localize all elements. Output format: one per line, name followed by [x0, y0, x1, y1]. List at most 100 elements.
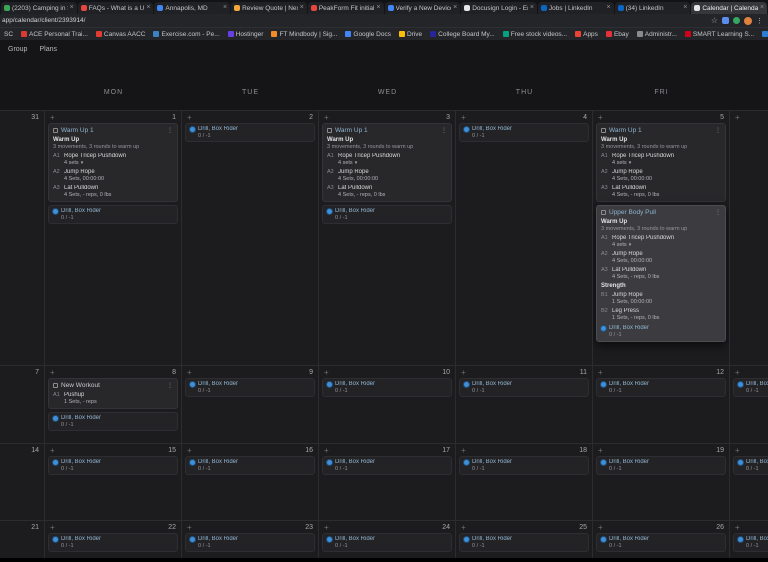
drill-item[interactable]: Drill, Box Rider0 / -1: [185, 533, 315, 552]
tab-close-icon[interactable]: ×: [453, 3, 457, 13]
sets-dropdown[interactable]: 4 sets ▾: [612, 242, 721, 248]
add-workout-icon[interactable]: +: [735, 446, 740, 455]
tab-close-icon[interactable]: ×: [223, 3, 227, 13]
browser-tab[interactable]: Verify a New Device - lucas...×: [384, 2, 461, 14]
exercise-name[interactable]: Jump Rope: [64, 169, 95, 175]
drill-item[interactable]: Drill, Box Rider0 / -1: [322, 456, 452, 475]
browser-tab[interactable]: Docusign Login - Enter ema...×: [461, 2, 537, 14]
exercise-name[interactable]: Lat Pulldown: [612, 267, 646, 273]
drill-item[interactable]: Drill, Box Rider0 / -1: [733, 378, 768, 397]
exercise-name[interactable]: Leg Press: [612, 308, 639, 314]
exercise-name[interactable]: Jump Rope: [612, 169, 643, 175]
add-workout-icon[interactable]: +: [735, 523, 740, 532]
exercise-name[interactable]: Pushup: [64, 392, 84, 398]
add-workout-icon[interactable]: +: [598, 523, 603, 532]
drill-item[interactable]: Drill, Box Rider0 / -1: [48, 412, 178, 431]
kebab-menu-icon[interactable]: ⋮: [167, 382, 173, 389]
bookmark-star-icon[interactable]: ☆: [711, 16, 718, 26]
browser-tab[interactable]: Annapolis, MD ×: [154, 2, 231, 14]
workout-title[interactable]: New Workout: [61, 382, 164, 389]
bookmark-item[interactable]: College Board My...: [430, 31, 495, 38]
drill-item[interactable]: Drill, Box Rider0 / -1: [185, 123, 315, 142]
drill-item[interactable]: Drill, Box Rider0 / -1: [596, 533, 726, 552]
add-workout-icon[interactable]: +: [50, 113, 55, 122]
bookmark-item[interactable]: Administr...: [636, 31, 677, 38]
drill-item[interactable]: Drill, Box Rider0 / -1: [733, 533, 768, 552]
add-workout-icon[interactable]: +: [187, 368, 192, 377]
drill-item[interactable]: Drill, Box Rider0 / -1: [48, 205, 178, 224]
add-workout-icon[interactable]: +: [187, 523, 192, 532]
add-workout-icon[interactable]: +: [461, 446, 466, 455]
bookmark-item[interactable]: FT Mindbody | Sig...: [271, 31, 337, 38]
sets-dropdown[interactable]: 4 sets ▾: [64, 160, 173, 166]
bookmark-item[interactable]: Apps: [575, 31, 598, 38]
tab-close-icon[interactable]: ×: [607, 3, 611, 13]
bookmark-item[interactable]: SC: [4, 31, 13, 38]
checkbox-icon[interactable]: [53, 128, 58, 133]
add-workout-icon[interactable]: +: [324, 368, 329, 377]
sets-dropdown[interactable]: 4 sets ▾: [612, 160, 721, 166]
workout-title[interactable]: Warm Up 1: [61, 127, 164, 134]
tab-close-icon[interactable]: ×: [760, 3, 764, 13]
tab-close-icon[interactable]: ×: [300, 3, 304, 13]
tab-close-icon[interactable]: ×: [376, 3, 380, 13]
browser-tab[interactable]: Jobs | LinkedIn ×: [537, 2, 614, 14]
kebab-menu-icon[interactable]: ⋮: [715, 209, 721, 216]
tab-close-icon[interactable]: ×: [683, 3, 687, 13]
drill-item[interactable]: Drill, Box Rider0 / -1: [185, 456, 315, 475]
tab-close-icon[interactable]: ×: [70, 3, 74, 13]
bookmark-item[interactable]: Ebay: [605, 31, 629, 38]
exercise-name[interactable]: Rope Tricep Pushdown: [612, 235, 674, 241]
exercise-name[interactable]: Rope Tricep Pushdown: [64, 153, 126, 159]
workout-card[interactable]: Warm Up 1 ⋮ Warm Up 3 movements, 3 rounds t…: [322, 123, 452, 202]
bookmark-item[interactable]: Drive: [398, 31, 422, 38]
add-workout-icon[interactable]: +: [187, 446, 192, 455]
add-workout-icon[interactable]: +: [50, 446, 55, 455]
drill-item[interactable]: Drill, Box Rider0 / -1: [459, 123, 589, 142]
add-workout-icon[interactable]: +: [598, 113, 603, 122]
profile-avatar[interactable]: [744, 16, 752, 25]
browser-tab[interactable]: PeakForm Fit initial cost - G...×: [307, 2, 384, 14]
add-workout-icon[interactable]: +: [735, 113, 740, 122]
workout-card[interactable]: Warm Up 1 ⋮ Warm Up 3 movements, 3 rounds t…: [48, 123, 178, 202]
workout-title[interactable]: Warm Up 1: [335, 127, 438, 134]
workout-title[interactable]: Warm Up 1: [609, 127, 712, 134]
add-workout-icon[interactable]: +: [598, 446, 603, 455]
browser-tab[interactable]: FAQs - What is a Use and O...×: [77, 2, 154, 14]
kebab-menu-icon[interactable]: ⋮: [167, 127, 173, 134]
bookmark-item[interactable]: ACE Personal Trai...: [21, 31, 88, 38]
add-workout-icon[interactable]: +: [50, 523, 55, 532]
add-workout-icon[interactable]: +: [461, 368, 466, 377]
checkbox-icon[interactable]: [327, 128, 332, 133]
exercise-name[interactable]: Jump Rope: [338, 169, 369, 175]
drill-item[interactable]: Drill, Box Rider0 / -1: [185, 378, 315, 397]
bookmark-item[interactable]: SMART Learning S...: [684, 31, 754, 38]
exercise-name[interactable]: Jump Rope: [612, 292, 643, 298]
workout-card[interactable]: New Workout ⋮ A1 Pushup 1 Sets, - reps: [48, 378, 178, 409]
drill-item[interactable]: Drill, Box Rider0 / -1: [322, 205, 452, 224]
exercise-name[interactable]: Jump Rope: [612, 251, 643, 257]
kebab-menu-icon[interactable]: ⋮: [441, 127, 447, 134]
drill-item[interactable]: Drill, Box Rider0 / -1: [322, 533, 452, 552]
add-workout-icon[interactable]: +: [598, 368, 603, 377]
extension-green-icon[interactable]: [733, 17, 740, 24]
add-workout-icon[interactable]: +: [324, 446, 329, 455]
kebab-menu-icon[interactable]: ⋮: [715, 127, 721, 134]
exercise-name[interactable]: Lat Pulldown: [338, 185, 372, 191]
tab-close-icon[interactable]: ×: [146, 3, 150, 13]
drill-item[interactable]: Drill, Box Rider0 / -1: [596, 378, 726, 397]
url-text[interactable]: app/calendar/client/2393914/: [2, 17, 707, 24]
add-workout-icon[interactable]: +: [324, 523, 329, 532]
drill-item[interactable]: Drill, Box Rider0 / -1: [48, 456, 178, 475]
bookmark-item[interactable]: Hostinger: [227, 31, 263, 38]
workout-title[interactable]: Upper Body Pull: [609, 209, 712, 216]
browser-tab-active[interactable]: Calendar | Calendar ×: [691, 2, 768, 14]
add-workout-icon[interactable]: +: [461, 523, 466, 532]
drill-item[interactable]: Drill, Box Rider0 / -1: [596, 456, 726, 475]
workout-card[interactable]: Warm Up 1 ⋮ Warm Up 3 movements, 3 rounds t…: [596, 123, 726, 202]
drill-item[interactable]: Drill, Box Rider0 / -1: [459, 378, 589, 397]
exercise-name[interactable]: Rope Tricep Pushdown: [338, 153, 400, 159]
browser-tab[interactable]: Review Quote | Next Insura...×: [231, 2, 307, 14]
exercise-name[interactable]: Lat Pulldown: [64, 185, 98, 191]
drill-item[interactable]: Drill, Box Rider0 / -1: [601, 325, 721, 338]
